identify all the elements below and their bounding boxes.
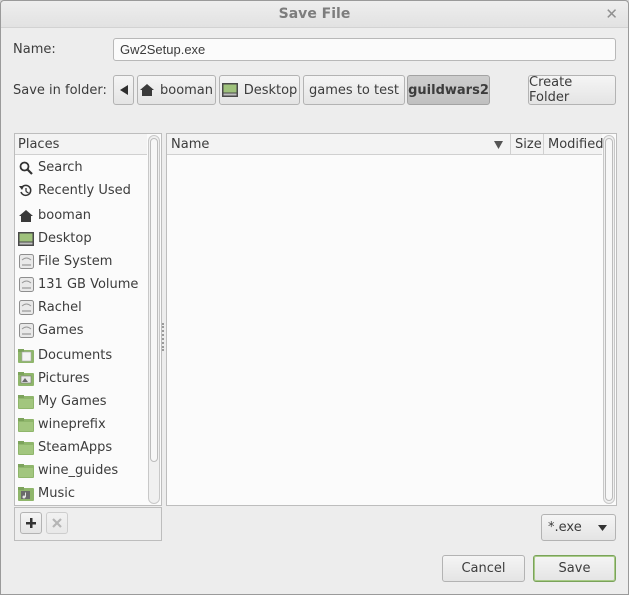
places-item-file-system[interactable]: File System <box>17 251 112 272</box>
sort-descending-icon <box>494 141 503 149</box>
drive-icon <box>18 300 34 316</box>
places-item-label: Games <box>38 323 84 338</box>
places-item-wineprefix[interactable]: wineprefix <box>17 414 106 435</box>
places-item-label: Search <box>38 160 83 175</box>
save-button[interactable]: Save <box>533 555 616 582</box>
desktop-icon <box>221 83 238 97</box>
folder-icon <box>18 463 34 479</box>
create-folder-label: Create Folder <box>529 75 573 105</box>
path-label-booman: booman <box>159 82 214 98</box>
file-type-filter-value: *.exe <box>548 520 582 535</box>
add-bookmark-button[interactable] <box>20 512 42 534</box>
file-list-panel: Name Size Modified <box>166 133 617 506</box>
recent-icon <box>18 183 34 199</box>
file-list-scrollbar-thumb[interactable] <box>605 138 613 501</box>
music-folder-icon <box>18 486 34 502</box>
places-item-label: wineprefix <box>38 417 106 432</box>
path-back-button[interactable] <box>113 75 134 105</box>
title-bar[interactable]: Save File ✕ <box>1 1 628 28</box>
window-title: Save File <box>278 6 351 22</box>
column-header-modified[interactable]: Modified <box>544 134 604 155</box>
desktop-icon <box>18 231 34 247</box>
documents-folder-icon <box>18 348 34 364</box>
places-item-wine-guides[interactable]: wine_guides <box>17 460 118 481</box>
column-header-name-label: Name <box>171 137 210 152</box>
home-icon <box>139 84 154 96</box>
path-button-desktop[interactable]: Desktop <box>219 75 300 105</box>
folder-icon <box>18 417 34 433</box>
save-in-folder-label: Save in folder: <box>13 83 107 98</box>
path-label-games-to-test: games to test <box>309 82 399 98</box>
remove-bookmark-button[interactable] <box>46 512 68 534</box>
places-item-label: SteamApps <box>38 440 113 455</box>
drive-icon <box>18 254 34 270</box>
file-list-scrollbar[interactable] <box>603 135 615 504</box>
places-item-label: Documents <box>38 348 113 363</box>
places-scrollbar[interactable] <box>148 135 160 504</box>
cancel-button-label: Cancel <box>461 561 506 576</box>
places-item-label: File System <box>38 254 113 269</box>
places-item-music[interactable]: Music <box>17 483 75 504</box>
places-item-label: Rachel <box>38 300 82 315</box>
cancel-button[interactable]: Cancel <box>442 555 525 582</box>
places-item-131-gb-volume[interactable]: 131 GB Volume <box>17 274 138 295</box>
places-item-desktop[interactable]: Desktop <box>17 228 92 249</box>
path-label-guildwars2: guildwars2 <box>408 82 489 98</box>
places-header: Places <box>15 134 147 155</box>
places-scrollbar-thumb[interactable] <box>150 138 158 462</box>
drive-icon <box>18 323 34 339</box>
search-icon <box>18 160 34 176</box>
home-icon <box>18 208 34 224</box>
places-panel: Places Search Recently Used booman Deskt… <box>14 133 162 506</box>
folder-icon <box>18 394 34 410</box>
places-item-documents[interactable]: Documents <box>17 345 112 366</box>
column-header-size[interactable]: Size <box>511 134 544 155</box>
path-button-games-to-test[interactable]: games to test <box>303 75 405 105</box>
arrow-left-icon <box>119 85 128 95</box>
places-item-label: Music <box>38 486 75 501</box>
places-item-my-games[interactable]: My Games <box>17 391 107 412</box>
plus-icon <box>26 518 36 528</box>
create-folder-button[interactable]: Create Folder <box>528 75 616 105</box>
chevron-down-icon <box>598 525 607 531</box>
places-item-games[interactable]: Games <box>17 320 83 341</box>
path-button-booman[interactable]: booman <box>137 75 216 105</box>
remove-icon <box>52 518 62 528</box>
save-button-label: Save <box>558 561 591 576</box>
column-header-size-label: Size <box>515 137 542 152</box>
pictures-folder-icon <box>18 371 34 387</box>
places-item-label: Desktop <box>38 231 92 246</box>
name-label: Name: <box>13 42 56 57</box>
places-item-label: Recently Used <box>38 183 131 198</box>
folder-icon <box>18 440 34 456</box>
places-item-search[interactable]: Search <box>17 157 83 178</box>
drive-icon <box>18 277 34 293</box>
places-item-label: booman <box>38 208 92 223</box>
filename-input[interactable] <box>113 38 616 61</box>
column-header-name[interactable]: Name <box>167 134 511 155</box>
column-header-modified-label: Modified <box>548 137 604 152</box>
places-item-pictures[interactable]: Pictures <box>17 368 89 389</box>
file-type-filter[interactable]: *.exe <box>541 514 616 541</box>
path-label-desktop: Desktop <box>243 82 298 98</box>
path-button-guildwars2[interactable]: guildwars2 <box>407 75 490 105</box>
places-item-label: 131 GB Volume <box>38 277 139 292</box>
places-item-recently-used[interactable]: Recently Used <box>17 180 131 201</box>
places-item-label: My Games <box>38 394 107 409</box>
places-item-rachel[interactable]: Rachel <box>17 297 82 318</box>
places-item-label: wine_guides <box>38 463 119 478</box>
places-item-label: Pictures <box>38 371 90 386</box>
close-icon[interactable]: ✕ <box>605 5 618 23</box>
places-item-steamapps[interactable]: SteamApps <box>17 437 112 458</box>
places-item-booman[interactable]: booman <box>17 205 91 226</box>
save-file-dialog: Save File ✕ Name: Save in folder: booman… <box>0 0 629 595</box>
